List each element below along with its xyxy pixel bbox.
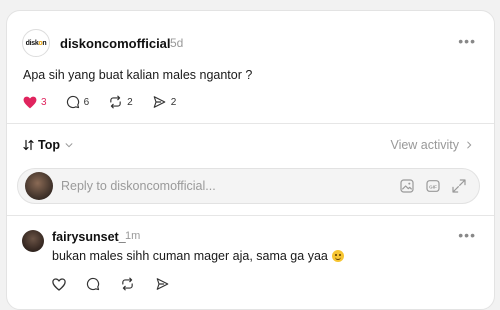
send-icon <box>156 278 169 290</box>
reply-input[interactable]: Reply to diskoncomofficial... <box>61 179 216 193</box>
comment-icon <box>66 95 79 109</box>
comment-actions <box>52 277 190 291</box>
heart-icon <box>23 96 37 108</box>
thread-card: diskon diskoncomofficial 5d ••• Apa sih … <box>6 10 495 310</box>
post: diskon diskoncomofficial 5d ••• Apa sih … <box>7 11 494 123</box>
comment-count: 6 <box>83 96 90 108</box>
like-button[interactable]: 3 <box>23 96 47 109</box>
post-avatar[interactable]: diskon <box>22 29 50 57</box>
share-button[interactable]: 2 <box>152 95 177 109</box>
sort-icon <box>23 139 34 151</box>
comment-reply-button[interactable] <box>86 277 100 291</box>
repost-icon <box>110 95 121 109</box>
comment-more-icon[interactable]: ••• <box>458 227 476 243</box>
comment-text-row: bukan males sihh cuman mager aja, sama g… <box>52 249 344 263</box>
comment: fairysunset_ 1m ••• bukan males sihh cum… <box>7 217 494 307</box>
view-activity-link[interactable]: View activity <box>390 138 474 152</box>
comment-button[interactable]: 6 <box>66 95 90 109</box>
current-user-avatar <box>25 172 53 200</box>
view-activity-label: View activity <box>390 138 459 152</box>
heart-icon <box>52 277 66 291</box>
comment-share-button[interactable] <box>155 277 170 291</box>
reply-tools: GIF <box>389 178 467 194</box>
expand-icon[interactable] <box>451 178 467 194</box>
divider <box>7 215 494 216</box>
divider <box>7 123 494 124</box>
grinning-face-emoji <box>331 250 344 262</box>
repost-count: 2 <box>127 96 133 108</box>
repost-button[interactable]: 2 <box>108 95 133 109</box>
comment-username[interactable]: fairysunset_ <box>52 230 126 244</box>
avatar-logo-text: diskon <box>25 39 47 47</box>
post-time: 5d <box>170 36 184 50</box>
post-actions: 3 6 2 2 <box>23 93 195 111</box>
post-more-icon[interactable]: ••• <box>458 33 476 49</box>
comment-time: 1m <box>125 230 141 242</box>
share-count: 2 <box>170 96 177 108</box>
sort-dropdown[interactable]: Top <box>22 138 74 152</box>
post-text: Apa sih yang buat kalian males ngantor ? <box>23 68 253 82</box>
comment-like-button[interactable] <box>52 277 66 291</box>
sort-bar: Top View activity <box>7 133 494 163</box>
like-count: 3 <box>41 96 47 108</box>
comment-icon <box>86 277 100 291</box>
reply-box[interactable]: Reply to diskoncomofficial... GIF <box>17 168 480 204</box>
svg-text:GIF: GIF <box>429 184 437 189</box>
sort-label: Top <box>38 138 60 152</box>
chevron-down-icon <box>65 143 73 148</box>
image-icon[interactable] <box>399 178 415 194</box>
gif-icon[interactable]: GIF <box>425 178 441 194</box>
post-username[interactable]: diskoncomofficial <box>60 36 171 51</box>
send-icon <box>153 96 166 108</box>
chevron-right-icon <box>467 141 472 149</box>
comment-repost-button[interactable] <box>120 277 135 291</box>
comment-avatar[interactable] <box>22 230 44 252</box>
repost-icon <box>122 277 133 291</box>
comment-text: bukan males sihh cuman mager aja, sama g… <box>52 249 328 263</box>
